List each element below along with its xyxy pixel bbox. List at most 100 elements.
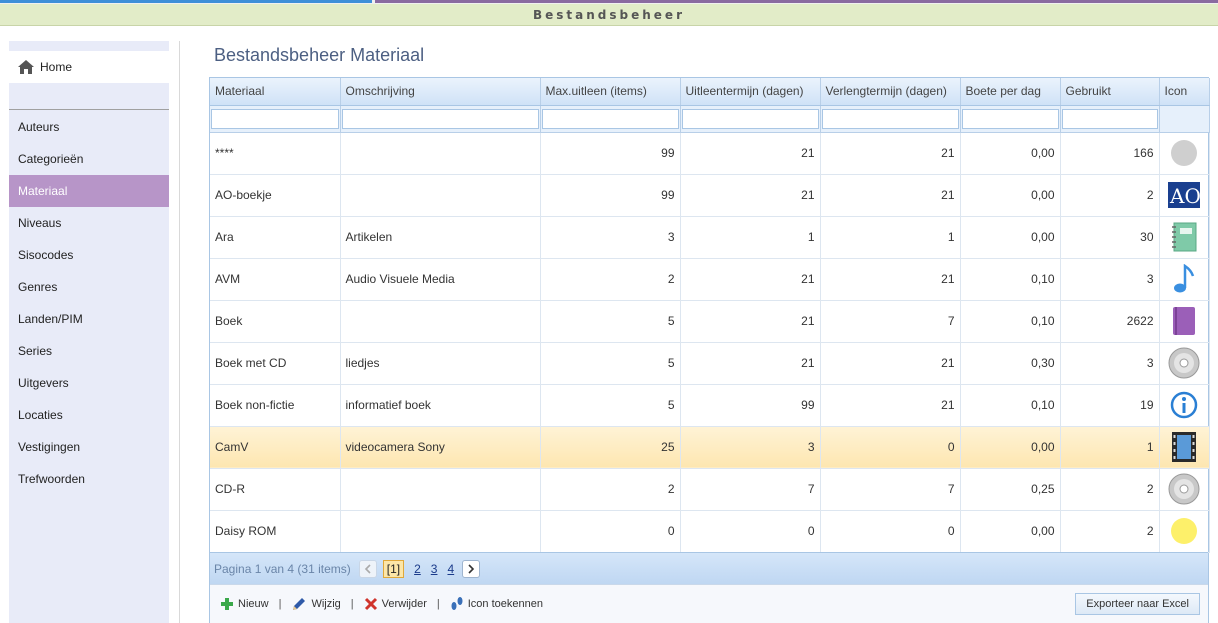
cell-icon	[1159, 510, 1210, 553]
sidebar-item-trefwoorden[interactable]: Trefwoorden	[9, 463, 169, 495]
cell-icon	[1159, 300, 1210, 343]
filter-cell	[680, 105, 821, 133]
cell-verlengtermijn: 7	[820, 300, 961, 343]
assign-icon-button[interactable]: Icon toekennen	[450, 596, 543, 612]
cd-icon	[1168, 473, 1200, 505]
cell-materiaal: Ara	[210, 216, 341, 259]
sidebar-divider	[9, 109, 169, 110]
cell-max-uitleen: 5	[540, 300, 681, 343]
pager-page-2[interactable]: 2	[414, 562, 421, 576]
sidebar-item-genres[interactable]: Genres	[9, 271, 169, 303]
cell-max-uitleen: 99	[540, 132, 681, 175]
sidebar-item-sisocodes[interactable]: Sisocodes	[9, 239, 169, 271]
column-header-max-uitleen[interactable]: Max.uitleen (items)	[540, 78, 681, 106]
cell-verlengtermijn: 1	[820, 216, 961, 259]
cell-max-uitleen: 3	[540, 216, 681, 259]
cell-verlengtermijn: 21	[820, 258, 961, 301]
cell-max-uitleen: 2	[540, 468, 681, 511]
materiaal-table: Materiaal Omschrijving Max.uitleen (item…	[210, 78, 1210, 553]
column-header-uitleentermijn[interactable]: Uitleentermijn (dagen)	[680, 78, 821, 106]
filter-materiaal-input[interactable]	[211, 108, 339, 129]
table-row[interactable]: Daisy ROM 0 0 0 0,00 2	[210, 510, 1210, 553]
cell-uitleentermijn: 21	[680, 342, 821, 385]
column-header-icon[interactable]: Icon	[1159, 78, 1210, 106]
table-row[interactable]: Boek non-fictie informatief boek 5 99 21 0,10…	[210, 384, 1210, 427]
filter-uitleentermijn-input[interactable]	[681, 108, 819, 129]
filter-cell	[1060, 105, 1160, 133]
cell-max-uitleen: 2	[540, 258, 681, 301]
filter-cell	[820, 105, 961, 133]
sidebar-home-label: Home	[40, 60, 73, 74]
table-row[interactable]: CamV videocamera Sony 25 3 0 0,00 1	[210, 426, 1210, 469]
filter-verlengtermijn-input[interactable]	[821, 108, 959, 129]
cell-boete: 0,30	[960, 342, 1061, 385]
sidebar-item-niveaus[interactable]: Niveaus	[9, 207, 169, 239]
cell-boete: 0,10	[960, 384, 1061, 427]
table-row[interactable]: CD-R 2 7 7 0,25 2	[210, 468, 1210, 511]
cell-uitleentermijn: 21	[680, 300, 821, 343]
filter-boete-input[interactable]	[961, 108, 1059, 129]
home-icon	[18, 60, 34, 74]
column-header-boete[interactable]: Boete per dag	[960, 78, 1061, 106]
delete-button[interactable]: Verwijder	[364, 597, 427, 611]
new-button[interactable]: Nieuw	[220, 597, 269, 611]
sidebar: Home Auteurs Categorieën Materiaal Nivea…	[9, 41, 169, 623]
sidebar-home[interactable]: Home	[9, 51, 169, 83]
cell-boete: 0,10	[960, 300, 1061, 343]
table-row[interactable]: AO-boekje 99 21 21 0,00 2 AO	[210, 174, 1210, 217]
column-header-gebruikt[interactable]: Gebruikt	[1060, 78, 1160, 106]
sidebar-item-materiaal[interactable]: Materiaal	[9, 175, 169, 207]
pager-prev-button[interactable]	[358, 559, 377, 578]
app-title: Bestandsbeheer	[0, 4, 1218, 26]
pager-next-button[interactable]	[462, 559, 481, 578]
pager-page-4[interactable]: 4	[447, 562, 454, 576]
cell-verlengtermijn: 0	[820, 426, 961, 469]
pencil-icon	[293, 598, 306, 610]
table-row[interactable]: AVM Audio Visuele Media 2 21 21 0,10 3	[210, 258, 1210, 301]
edit-button-label: Wijzig	[311, 598, 341, 610]
cell-verlengtermijn: 7	[820, 468, 961, 511]
page-title: Bestandsbeheer Materiaal	[214, 45, 425, 65]
cell-omschrijving: videocamera Sony	[340, 426, 541, 469]
edit-button[interactable]: Wijzig	[291, 596, 341, 612]
filter-gebruikt-input[interactable]	[1061, 108, 1158, 129]
export-excel-button[interactable]: Exporteer naar Excel	[1075, 593, 1200, 615]
footprints-icon	[451, 597, 463, 610]
cell-icon	[1159, 132, 1210, 175]
sidebar-item-uitgevers[interactable]: Uitgevers	[9, 367, 169, 399]
table-row[interactable]: Boek met CD liedjes 5 21 21 0,30 3	[210, 342, 1210, 385]
cell-materiaal: AO-boekje	[210, 174, 341, 217]
cell-materiaal: Boek met CD	[210, 342, 341, 385]
sidebar-item-series[interactable]: Series	[9, 335, 169, 367]
cell-materiaal: CD-R	[210, 468, 341, 511]
sidebar-item-categorieen[interactable]: Categorieën	[9, 143, 169, 175]
cell-boete: 0,00	[960, 426, 1061, 469]
cell-materiaal: Boek	[210, 300, 341, 343]
toolbar-separator: |	[436, 598, 440, 610]
table-row[interactable]: Ara Artikelen 3 1 1 0,00 30	[210, 216, 1210, 259]
table-row[interactable]: Boek 5 21 7 0,10 2622	[210, 300, 1210, 343]
sidebar-item-landen-pim[interactable]: Landen/PIM	[9, 303, 169, 335]
filter-max-uitleen-input[interactable]	[541, 108, 679, 129]
toolbar-separator: |	[278, 598, 282, 610]
sidebar-item-vestigingen[interactable]: Vestigingen	[9, 431, 169, 463]
filter-cell	[540, 105, 681, 133]
cell-gebruikt: 19	[1060, 384, 1160, 427]
ao-logo-icon: AO	[1168, 182, 1200, 208]
filter-omschrijving-input[interactable]	[341, 108, 539, 129]
column-header-omschrijving[interactable]: Omschrijving	[340, 78, 541, 106]
plus-icon	[221, 598, 233, 610]
column-header-verlengtermijn[interactable]: Verlengtermijn (dagen)	[820, 78, 961, 106]
film-icon	[1172, 432, 1196, 462]
pager-info: Pagina 1 van 4 (31 items)	[214, 561, 351, 576]
sidebar-item-locaties[interactable]: Locaties	[9, 399, 169, 431]
cell-gebruikt: 3	[1060, 342, 1160, 385]
table-row[interactable]: **** 99 21 21 0,00 166	[210, 132, 1210, 175]
new-button-label: Nieuw	[238, 598, 269, 610]
sidebar-item-auteurs[interactable]: Auteurs	[9, 111, 169, 143]
cell-icon	[1159, 426, 1210, 469]
pager-page-3[interactable]: 3	[431, 562, 438, 576]
cell-gebruikt: 166	[1060, 132, 1160, 175]
cell-uitleentermijn: 0	[680, 510, 821, 553]
column-header-materiaal[interactable]: Materiaal	[210, 78, 341, 106]
